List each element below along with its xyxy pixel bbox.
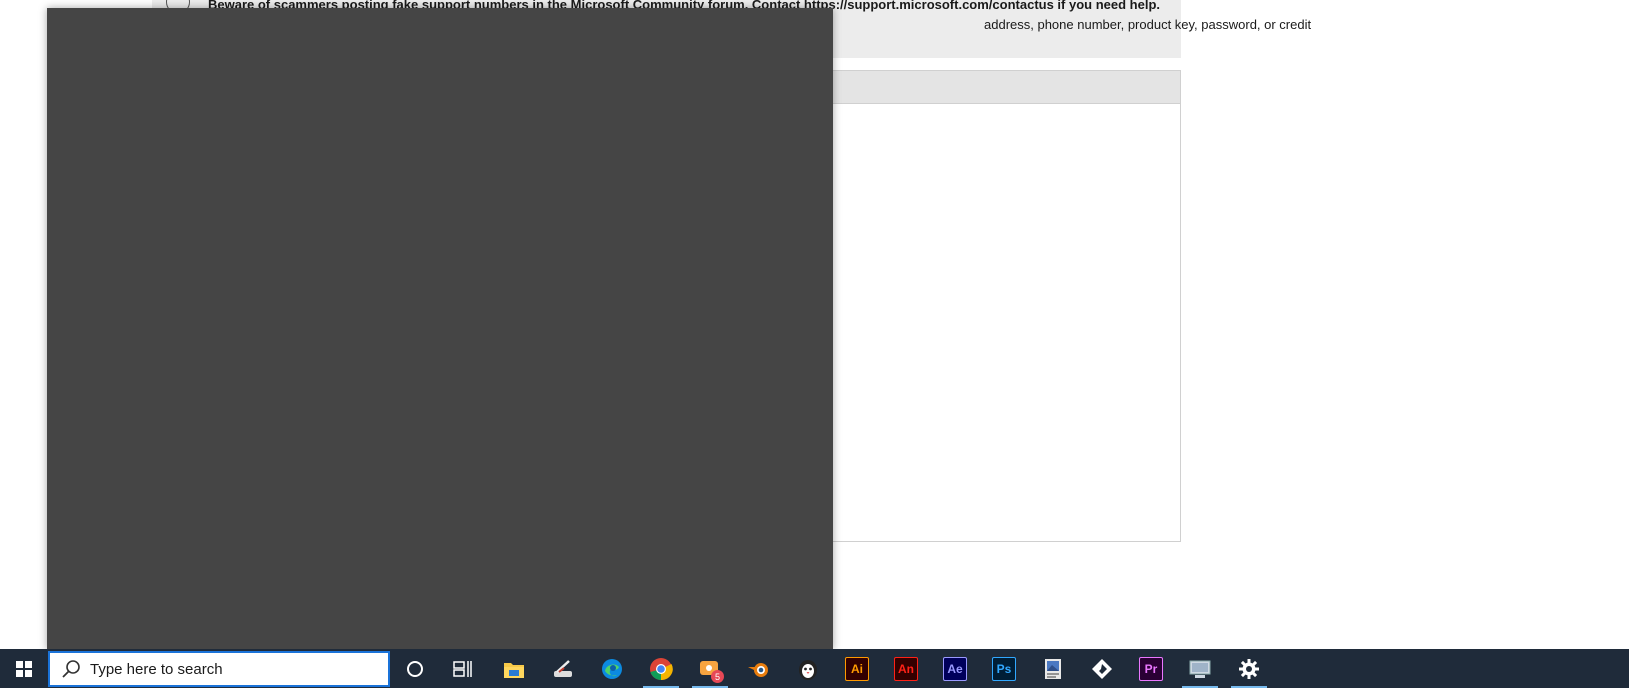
taskbar: Type here to search 5 Ai An Ae Ps Pr [0, 649, 1629, 688]
premiere-button[interactable]: Pr [1127, 649, 1175, 688]
after-effects-icon: Ae [943, 656, 967, 681]
inkscape-button[interactable] [1078, 649, 1126, 688]
chrome-icon [650, 657, 673, 680]
premiere-icon: Pr [1139, 656, 1163, 681]
network-app-button[interactable] [1176, 649, 1224, 688]
task-view-button[interactable] [439, 649, 487, 688]
image-viewer-button[interactable] [1029, 649, 1077, 688]
notifications-app-button[interactable]: 5 [686, 649, 734, 688]
search-icon [60, 658, 82, 680]
network-icon [1189, 660, 1211, 678]
photoshop-button[interactable]: Ps [980, 649, 1028, 688]
notification-badge: 5 [711, 670, 724, 683]
windows-logo-icon [15, 660, 32, 677]
warning-text-visible: address, phone number, product key, pass… [984, 17, 1312, 32]
settings-button[interactable] [1225, 649, 1273, 688]
screen: Beware of scammers posting fake support … [0, 0, 1629, 688]
file-explorer-button[interactable] [490, 649, 538, 688]
animal-app-button[interactable] [784, 649, 832, 688]
animate-icon: An [894, 656, 918, 681]
illustrator-icon: Ai [845, 656, 869, 681]
image-app-icon [1045, 658, 1061, 679]
diamond-icon [1092, 658, 1112, 679]
cortana-button[interactable] [391, 649, 439, 688]
gear-icon [1239, 658, 1259, 679]
after-effects-button[interactable]: Ae [931, 649, 979, 688]
illustrator-button[interactable]: Ai [833, 649, 881, 688]
animate-button[interactable]: An [882, 649, 930, 688]
circle-icon [407, 660, 423, 677]
folder-icon [504, 662, 524, 678]
penguin-icon [799, 659, 817, 680]
photoshop-icon: Ps [992, 656, 1016, 681]
edge-icon [602, 658, 622, 679]
edge-button[interactable] [588, 649, 636, 688]
pen-icon [554, 659, 572, 677]
search-placeholder: Type here to search [90, 660, 223, 678]
chrome-button[interactable] [637, 649, 685, 688]
sketch-app-button[interactable] [539, 649, 587, 688]
start-menu-flyout[interactable] [47, 8, 833, 650]
blender-button[interactable] [735, 649, 783, 688]
start-button[interactable] [0, 649, 47, 688]
blender-icon [748, 662, 768, 677]
task-view-icon [453, 660, 472, 677]
taskbar-search-box[interactable]: Type here to search [48, 651, 390, 687]
